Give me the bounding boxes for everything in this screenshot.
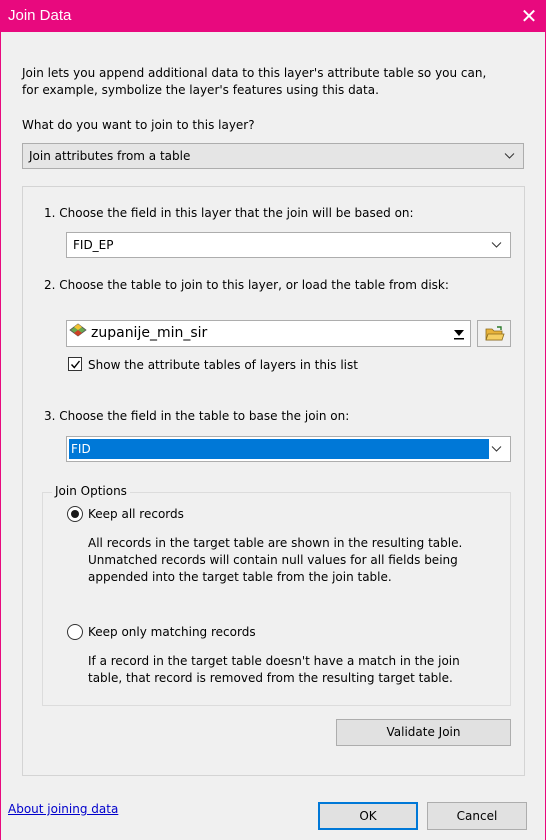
chevron-down-icon — [504, 153, 515, 159]
window-border-left — [0, 32, 1, 840]
title-bar — [0, 0, 546, 32]
layer-field-dropdown[interactable]: FID_EP — [66, 232, 511, 258]
join-table-dropdown[interactable]: zupanije_min_sir — [66, 320, 471, 347]
browse-table-button[interactable] — [477, 320, 511, 347]
keep-all-records-label[interactable]: Keep all records — [88, 507, 184, 521]
join-table-value: zupanije_min_sir — [91, 325, 208, 341]
keep-matching-records-radio[interactable] — [67, 624, 83, 640]
keep-all-desc-line1: All records in the target table are show… — [88, 536, 463, 550]
show-attribute-tables-checkbox[interactable] — [68, 357, 82, 371]
show-attribute-tables-label[interactable]: Show the attribute tables of layers in t… — [88, 358, 358, 372]
checkmark-icon — [70, 360, 81, 369]
keep-matching-desc-line2: table, that record is removed from the r… — [88, 671, 453, 685]
intro-text-line2: for example, symbolize the layer's featu… — [22, 83, 379, 97]
radio-selected-dot — [71, 510, 79, 518]
join-type-question: What do you want to join to this layer? — [22, 118, 255, 132]
ok-button[interactable]: OK — [318, 802, 418, 830]
step2-label: 2. Choose the table to join to this laye… — [44, 278, 449, 292]
keep-all-records-radio[interactable] — [67, 506, 83, 522]
keep-matching-desc-line1: If a record in the target table doesn't … — [88, 654, 460, 668]
chevron-down-icon — [491, 242, 502, 248]
cancel-button[interactable]: Cancel — [427, 802, 527, 830]
dropdown-arrow-icon — [454, 330, 464, 340]
join-options-title: Join Options — [52, 484, 130, 498]
keep-all-desc-line3: appended into the target table from the … — [88, 570, 392, 584]
layer-diamond-icon — [69, 323, 87, 337]
validate-join-button[interactable]: Validate Join — [336, 719, 511, 746]
join-table-field-dropdown[interactable]: FID — [66, 436, 511, 462]
intro-text-line1: Join lets you append additional data to … — [22, 66, 487, 80]
join-type-dropdown[interactable]: Join attributes from a table — [22, 143, 524, 169]
close-icon[interactable]: ✕ — [516, 3, 542, 29]
join-table-field-value: FID — [71, 442, 91, 456]
window-title: Join Data — [8, 7, 72, 24]
step1-label: 1. Choose the field in this layer that t… — [44, 206, 414, 220]
chevron-down-icon — [491, 446, 502, 452]
about-joining-data-link[interactable]: About joining data — [8, 802, 118, 816]
keep-all-desc-line2: Unmatched records will contain null valu… — [88, 553, 458, 567]
join-type-value: Join attributes from a table — [29, 149, 191, 163]
layer-field-value: FID_EP — [73, 238, 114, 252]
selection-highlight — [69, 439, 489, 459]
open-folder-icon — [485, 326, 505, 341]
step3-label: 3. Choose the field in the table to base… — [44, 409, 350, 423]
keep-matching-records-label[interactable]: Keep only matching records — [88, 625, 256, 639]
